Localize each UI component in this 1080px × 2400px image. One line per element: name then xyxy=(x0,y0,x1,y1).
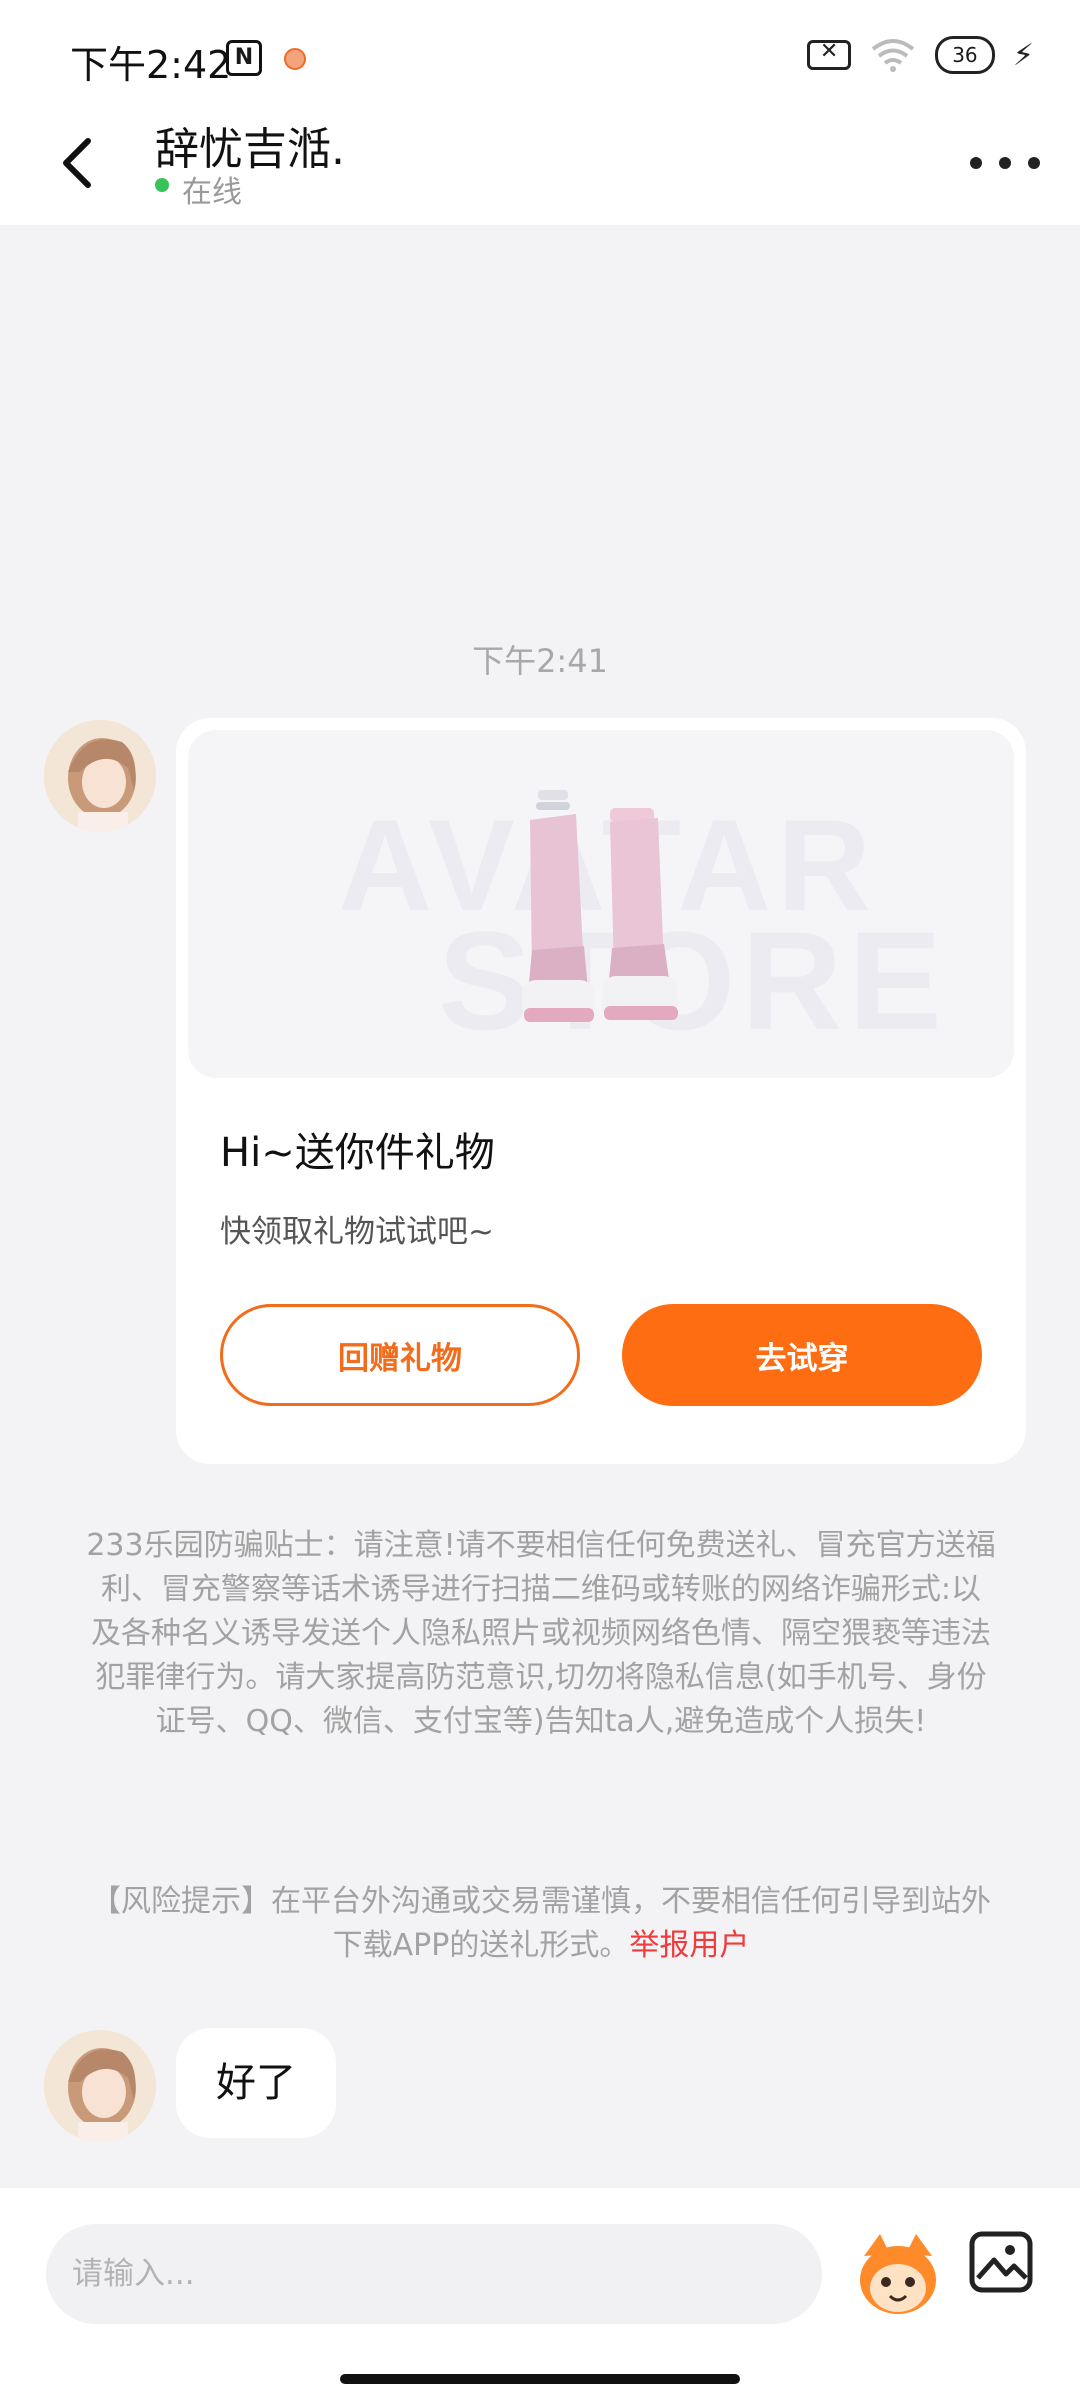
status-time: 下午2:42 xyxy=(70,43,232,87)
gift-description: 快领取礼物试试吧~ xyxy=(220,1214,494,1250)
chat-header: 辞忧吉湉. 在线 xyxy=(0,105,1080,225)
message-bubble: 好了 xyxy=(176,2028,336,2138)
home-indicator[interactable] xyxy=(340,2374,740,2384)
app-notification-icon xyxy=(284,48,306,70)
emoji-mascot-icon[interactable] xyxy=(850,2226,946,2322)
try-on-button[interactable]: 去试穿 xyxy=(622,1304,982,1406)
leg-warmers-gift-image xyxy=(522,790,678,1022)
risk-notice-text: 【风险提示】在平台外沟通或交易需谨慎，不要相信任何引导到站外下载APP的送礼形式… xyxy=(91,1884,991,1963)
return-gift-button[interactable]: 回赠礼物 xyxy=(220,1304,580,1406)
input-bar xyxy=(0,2188,1080,2400)
report-user-link[interactable]: 举报用户 xyxy=(629,1928,749,1963)
wifi-icon xyxy=(871,39,915,72)
gift-title: Hi~送你件礼物 xyxy=(220,1130,495,1176)
risk-notice: 【风险提示】在平台外沟通或交易需谨慎，不要相信任何引导到站外下载APP的送礼形式… xyxy=(86,1880,996,1968)
message-input[interactable] xyxy=(46,2224,822,2324)
status-icons: 36 ⚡ xyxy=(806,36,1034,74)
battery-icon: 36 xyxy=(934,36,995,74)
online-status-text: 在线 xyxy=(182,175,242,210)
online-status-dot xyxy=(155,178,169,192)
avatar[interactable] xyxy=(44,720,156,832)
gift-image: AVATAR STORE xyxy=(188,730,1014,1078)
nfc-icon: N xyxy=(226,40,262,76)
anti-fraud-notice: 233乐园防骗贴士：请注意!请不要相信任何免费送礼、冒充官方送福利、冒充警察等话… xyxy=(86,1528,996,1739)
charging-icon: ⚡ xyxy=(1012,37,1034,73)
back-arrow-icon[interactable] xyxy=(50,127,110,197)
avatar[interactable] xyxy=(44,2030,156,2142)
status-bar: 下午2:42 N 36 ⚡ xyxy=(0,0,1080,105)
message-timestamp: 下午2:41 xyxy=(472,642,608,680)
image-icon[interactable] xyxy=(968,2228,1036,2296)
gift-card[interactable]: AVATAR STORE Hi~送你件礼物 快领取礼物试试吧~ 回赠礼物 去试穿 xyxy=(176,718,1026,1464)
watermark-text: STORE xyxy=(438,902,948,1059)
sim-off-icon xyxy=(806,39,851,70)
more-options-icon[interactable] xyxy=(970,135,1040,191)
